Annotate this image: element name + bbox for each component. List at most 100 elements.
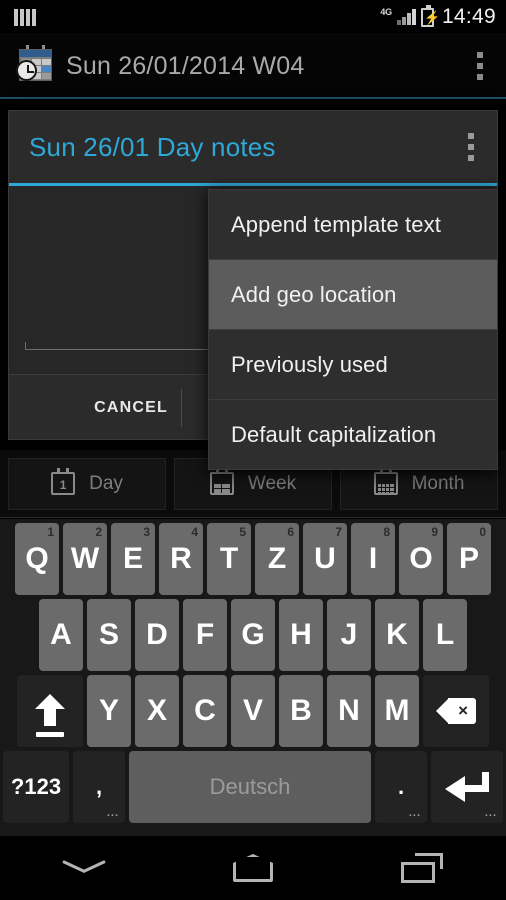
key-w[interactable]: 2W	[63, 523, 107, 595]
key-p[interactable]: 0P	[447, 523, 491, 595]
key-r-label: R	[170, 542, 192, 575]
recents-icon	[400, 853, 443, 883]
backspace-key[interactable]: ×	[423, 675, 489, 747]
key-r[interactable]: 4R	[159, 523, 203, 595]
key-g[interactable]: G	[231, 599, 275, 671]
shift-key[interactable]	[17, 675, 83, 747]
dialog-header: Sun 26/01 Day notes	[9, 111, 497, 183]
menu-item-append-template-text[interactable]: Append template text	[209, 190, 497, 259]
comma-key[interactable]: , ...	[73, 751, 125, 823]
overflow-dropdown-menu: Append template text Add geo location Pr…	[208, 189, 498, 470]
key-m[interactable]: M	[375, 675, 419, 747]
shift-icon	[35, 694, 65, 728]
calendar-day-icon: 1	[51, 468, 76, 495]
key-u-label: U	[314, 542, 336, 575]
key-w-num: 2	[95, 525, 102, 539]
symbols-key[interactable]: ?123	[3, 751, 69, 823]
dialog-overflow-menu-icon[interactable]	[451, 117, 491, 177]
keyboard-row-4: ?123 , ... Deutsch . ... ...	[3, 751, 503, 823]
key-k[interactable]: K	[375, 599, 419, 671]
tab-day[interactable]: 1 Day	[8, 457, 166, 510]
key-i[interactable]: 8I	[351, 523, 395, 595]
key-q-num: 1	[47, 525, 54, 539]
calendar-clock-icon	[12, 45, 54, 86]
key-o-label: O	[409, 542, 433, 575]
key-b[interactable]: B	[279, 675, 323, 747]
phone-screen: 4G ⚡ 14:49 Sun 26/01/2014 W04 Sun 26/01 …	[0, 0, 506, 900]
key-f[interactable]: F	[183, 599, 227, 671]
menu-item-previously-used[interactable]: Previously used	[209, 330, 497, 399]
period-more-hint: ...	[408, 807, 421, 819]
comma-key-label: ,	[95, 774, 103, 799]
dialog-title: Sun 26/01 Day notes	[29, 131, 276, 162]
key-i-num: 8	[383, 525, 390, 539]
status-bar-clock: 14:49	[441, 5, 496, 28]
key-i-label: I	[368, 542, 378, 575]
tab-month-label: Month	[411, 472, 465, 494]
key-u-num: 7	[335, 525, 342, 539]
key-t[interactable]: 5T	[207, 523, 251, 595]
keyboard-row-1: 1Q 2W 3E 4R 5T 6Z 7U 8I 9O 0P	[3, 523, 503, 595]
key-p-num: 0	[479, 525, 486, 539]
shift-underline	[36, 732, 64, 737]
recents-button[interactable]	[372, 843, 472, 893]
enter-more-hint: ...	[484, 807, 497, 819]
key-j[interactable]: J	[327, 599, 371, 671]
key-u[interactable]: 7U	[303, 523, 347, 595]
button-divider	[181, 389, 182, 427]
key-e-num: 3	[143, 525, 150, 539]
key-n[interactable]: N	[327, 675, 371, 747]
key-z-label: Z	[267, 542, 287, 575]
network-type-label: 4G	[380, 7, 392, 17]
key-z-num: 6	[287, 525, 294, 539]
keyboard-row-3: Y X C V B N M ×	[3, 675, 503, 747]
page-title: Sun 26/01/2014 W04	[66, 51, 305, 80]
tab-week-label: Week	[247, 472, 297, 494]
navigation-bar	[0, 836, 506, 900]
overflow-menu-icon[interactable]	[460, 40, 500, 92]
home-icon	[232, 854, 273, 882]
menu-item-default-capitalization[interactable]: Default capitalization	[209, 400, 497, 469]
key-q[interactable]: 1Q	[15, 523, 59, 595]
key-l[interactable]: L	[423, 599, 467, 671]
tab-day-label: Day	[89, 472, 123, 494]
backspace-icon: ×	[436, 698, 476, 724]
status-bar-notifications	[8, 8, 380, 26]
enter-key[interactable]: ...	[431, 751, 503, 823]
key-z[interactable]: 6Z	[255, 523, 299, 595]
key-h[interactable]: H	[279, 599, 323, 671]
battery-charging-icon: ⚡	[420, 4, 440, 27]
signal-icon	[396, 9, 416, 25]
key-e[interactable]: 3E	[111, 523, 155, 595]
menu-item-add-geo-location[interactable]: Add geo location	[209, 260, 497, 329]
key-c[interactable]: C	[183, 675, 227, 747]
hide-keyboard-icon	[63, 858, 105, 878]
calendar-week-icon	[209, 468, 234, 495]
on-screen-keyboard: 1Q 2W 3E 4R 5T 6Z 7U 8I 9O 0P A S D F G …	[0, 519, 506, 836]
enter-icon	[445, 772, 489, 802]
home-button[interactable]	[203, 843, 303, 893]
status-bar-system-icons: 4G ⚡ 14:49	[380, 4, 496, 29]
key-d[interactable]: D	[135, 599, 179, 671]
key-r-num: 4	[191, 525, 198, 539]
key-x[interactable]: X	[135, 675, 179, 747]
period-key[interactable]: . ...	[375, 751, 427, 823]
key-a[interactable]: A	[39, 599, 83, 671]
status-bar: 4G ⚡ 14:49	[0, 0, 506, 35]
comma-more-hint: ...	[106, 807, 119, 819]
key-v[interactable]: V	[231, 675, 275, 747]
key-y[interactable]: Y	[87, 675, 131, 747]
space-key[interactable]: Deutsch	[129, 751, 371, 823]
keyboard-row-2: A S D F G H J K L	[3, 599, 503, 671]
key-o[interactable]: 9O	[399, 523, 443, 595]
key-o-num: 9	[431, 525, 438, 539]
key-q-label: Q	[25, 542, 49, 575]
calendar-month-icon	[373, 468, 398, 495]
key-e-label: E	[122, 542, 143, 575]
hide-keyboard-button[interactable]	[34, 843, 134, 893]
key-t-num: 5	[239, 525, 246, 539]
key-s[interactable]: S	[87, 599, 131, 671]
key-p-label: P	[458, 542, 479, 575]
action-bar: Sun 26/01/2014 W04	[0, 35, 506, 99]
key-t-label: T	[219, 542, 239, 575]
